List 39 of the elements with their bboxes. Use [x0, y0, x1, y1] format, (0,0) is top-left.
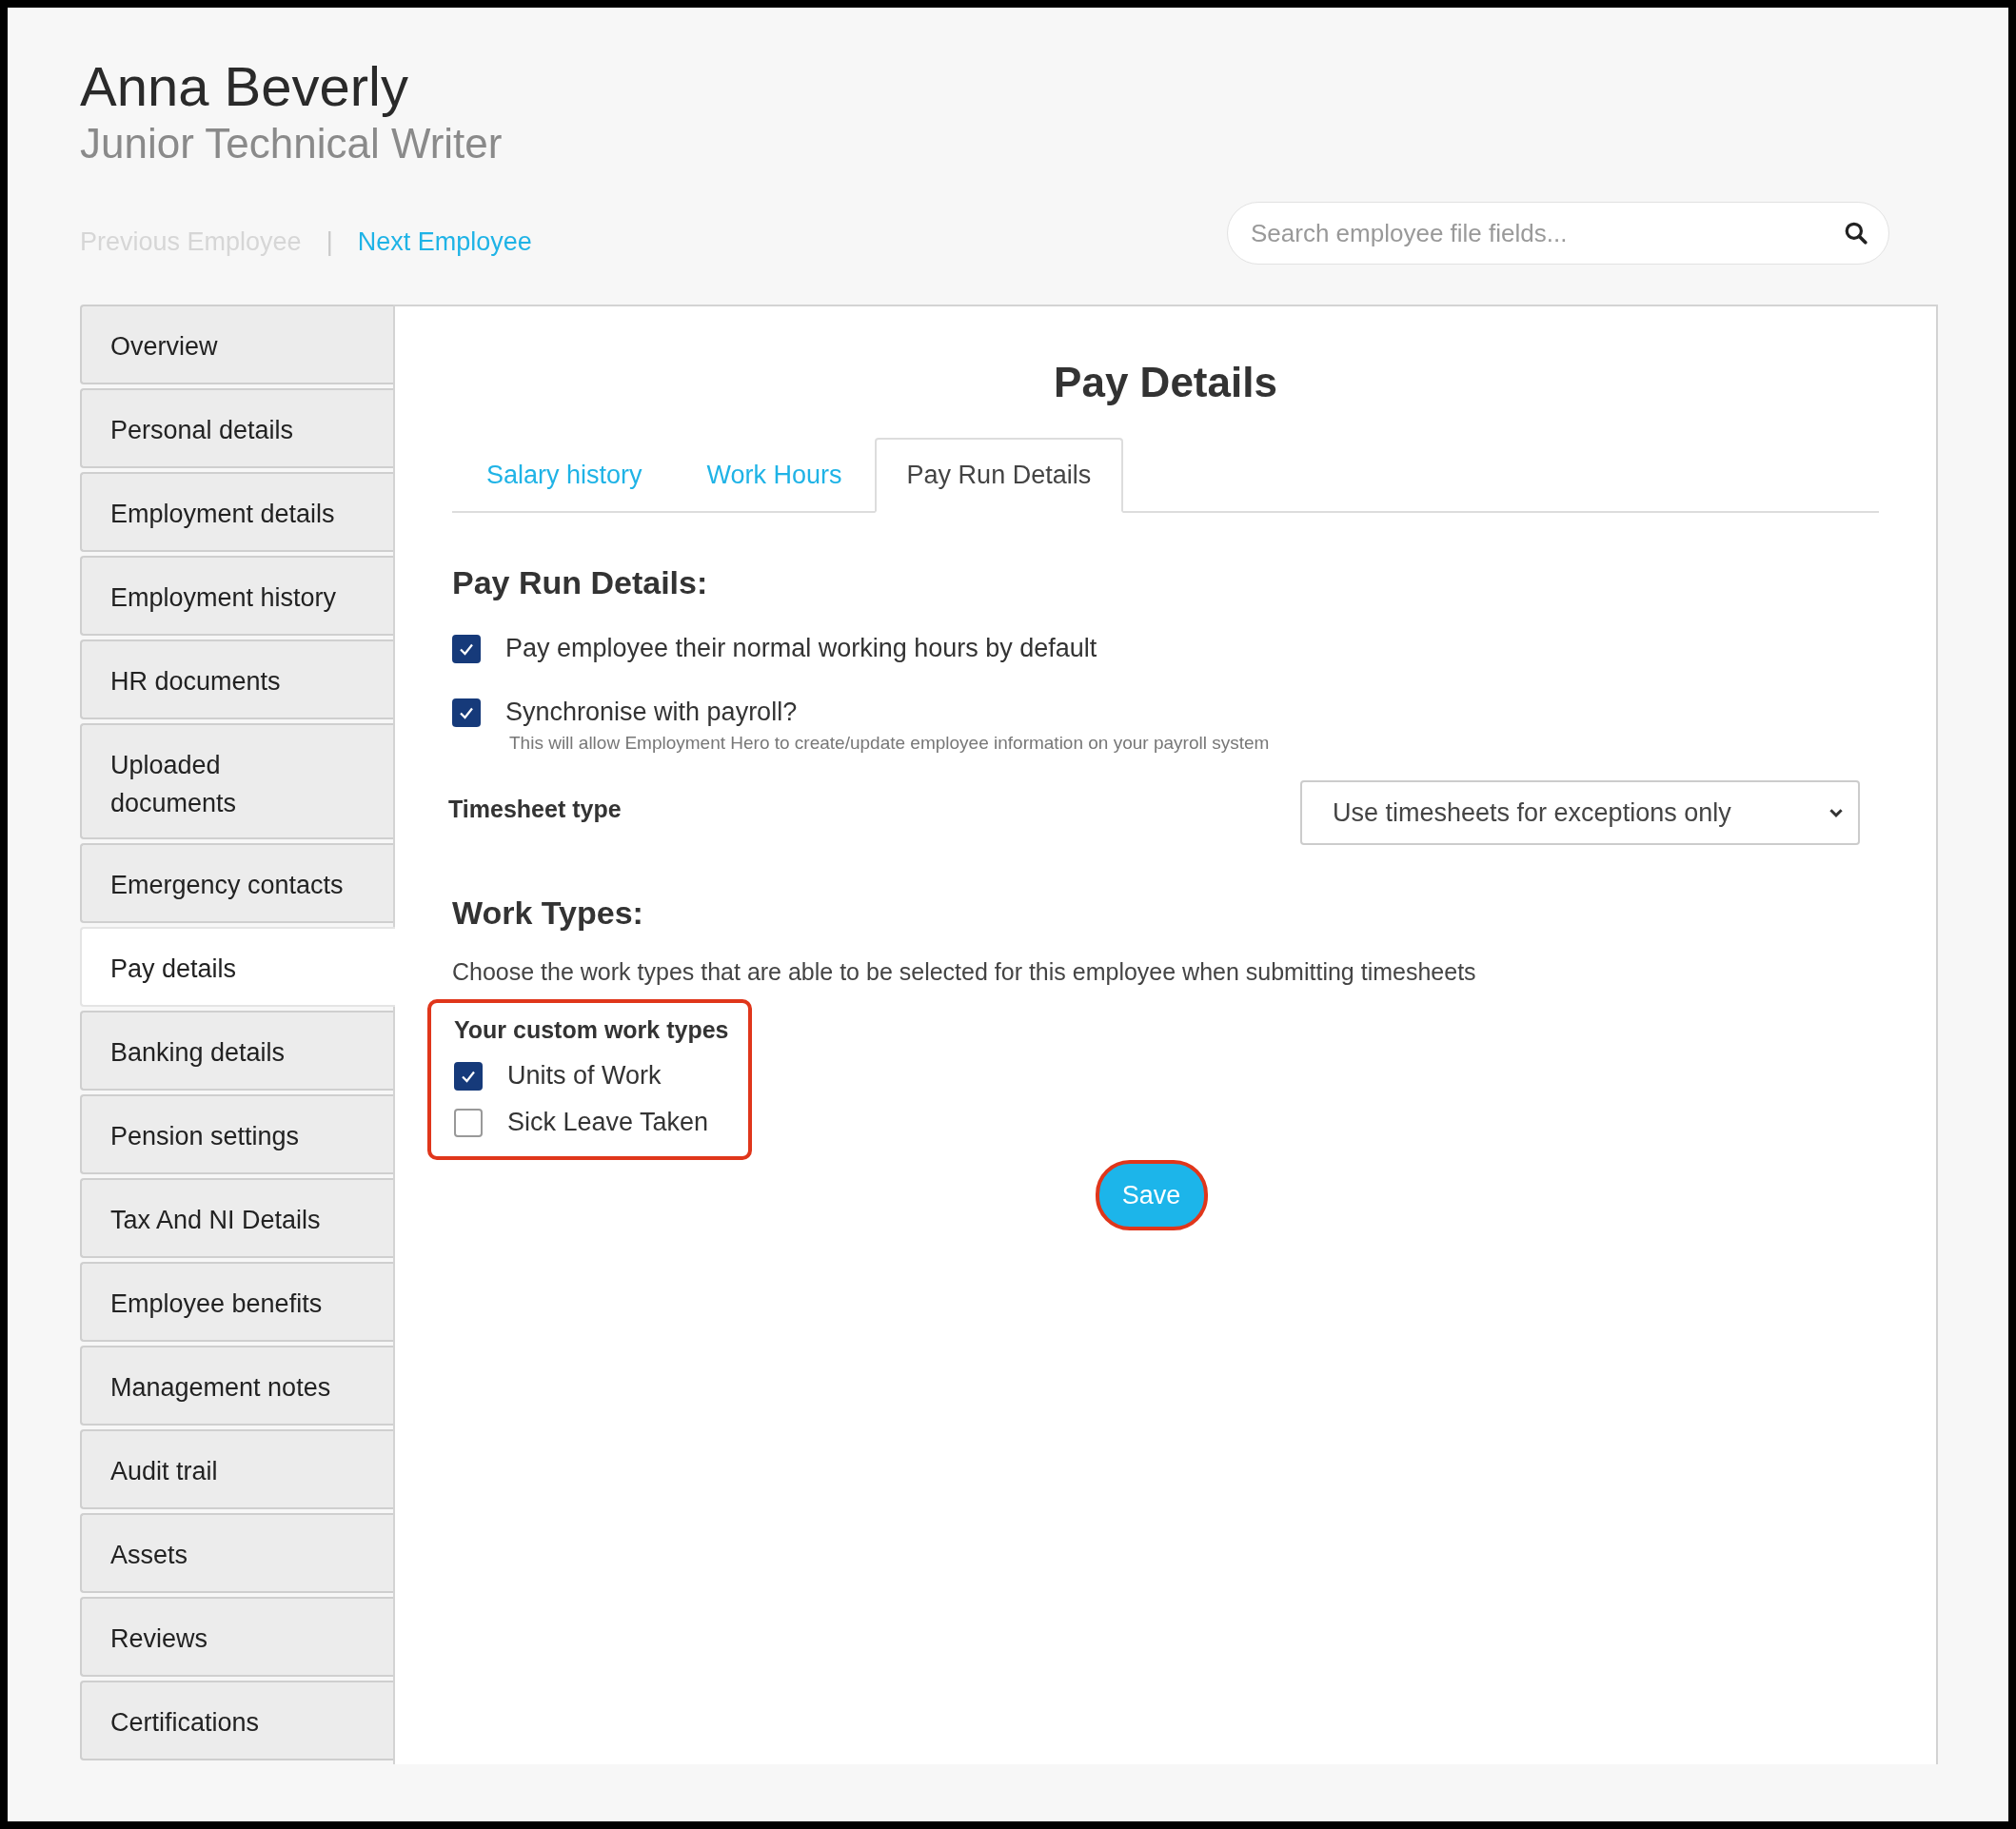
field-label: Timesheet type	[448, 796, 622, 823]
tab[interactable]: Pay Run Details	[874, 438, 1124, 513]
group-heading: Your custom work types	[454, 1016, 729, 1044]
sidebar-item[interactable]: Employment details	[80, 472, 393, 552]
employee-name: Anna Beverly	[80, 55, 409, 118]
sidebar-item[interactable]: Pension settings	[80, 1094, 393, 1174]
hint-text: This will allow Employment Hero to create/update employee information on your payroll system	[509, 733, 1271, 754]
checkbox[interactable]	[454, 1061, 483, 1091]
separator: |	[326, 226, 333, 257]
checkbox-label: Synchronise with payroll?	[505, 698, 798, 727]
sidebar-item[interactable]: Uploaded documents	[80, 723, 393, 839]
sidebar-item[interactable]: Pay details	[80, 927, 395, 1007]
checkbox-label: Pay employee their normal working hours by default	[505, 634, 1097, 663]
search-field[interactable]: Search employee file fields...	[1227, 202, 1889, 265]
sidebar-item[interactable]: Employment history	[80, 556, 393, 636]
sidebar-item[interactable]: Tax And NI Details	[80, 1178, 393, 1258]
section-heading: Work Types:	[452, 895, 644, 932]
checkbox[interactable]	[452, 634, 481, 663]
panel-title: Pay Details	[1053, 358, 1278, 407]
sidebar-item[interactable]: Audit trail	[80, 1429, 393, 1509]
sidebar-item[interactable]: HR documents	[80, 639, 393, 719]
job-title: Junior Technical Writer	[80, 119, 504, 168]
sidebar-item[interactable]: Emergency contacts	[80, 843, 393, 923]
sidebar-item[interactable]: Assets	[80, 1513, 393, 1593]
sidebar-item[interactable]: Certifications	[80, 1681, 393, 1760]
sidebar-item[interactable]: Reviews	[80, 1597, 393, 1677]
checkbox[interactable]	[452, 698, 481, 727]
sidebar-item[interactable]: Employee benefits	[80, 1262, 393, 1342]
sidebar-item[interactable]: Banking details	[80, 1011, 393, 1091]
checkbox[interactable]	[454, 1108, 483, 1137]
sidebar-item[interactable]: Personal details	[80, 388, 393, 468]
checkbox-label: Sick Leave Taken	[507, 1108, 709, 1137]
sidebar-item[interactable]: Management notes	[80, 1346, 393, 1426]
search-icon[interactable]	[1844, 221, 1868, 246]
section-heading: Pay Run Details:	[452, 564, 709, 601]
sidebar-item[interactable]: Overview	[80, 305, 393, 384]
checkbox-label: Units of Work	[507, 1061, 662, 1091]
description-text: Choose the work types that are able to be selected for this employee when submitting timesheets	[452, 958, 1477, 986]
timesheet-type-dropdown[interactable]: Use timesheets for exceptions only	[1300, 780, 1860, 845]
